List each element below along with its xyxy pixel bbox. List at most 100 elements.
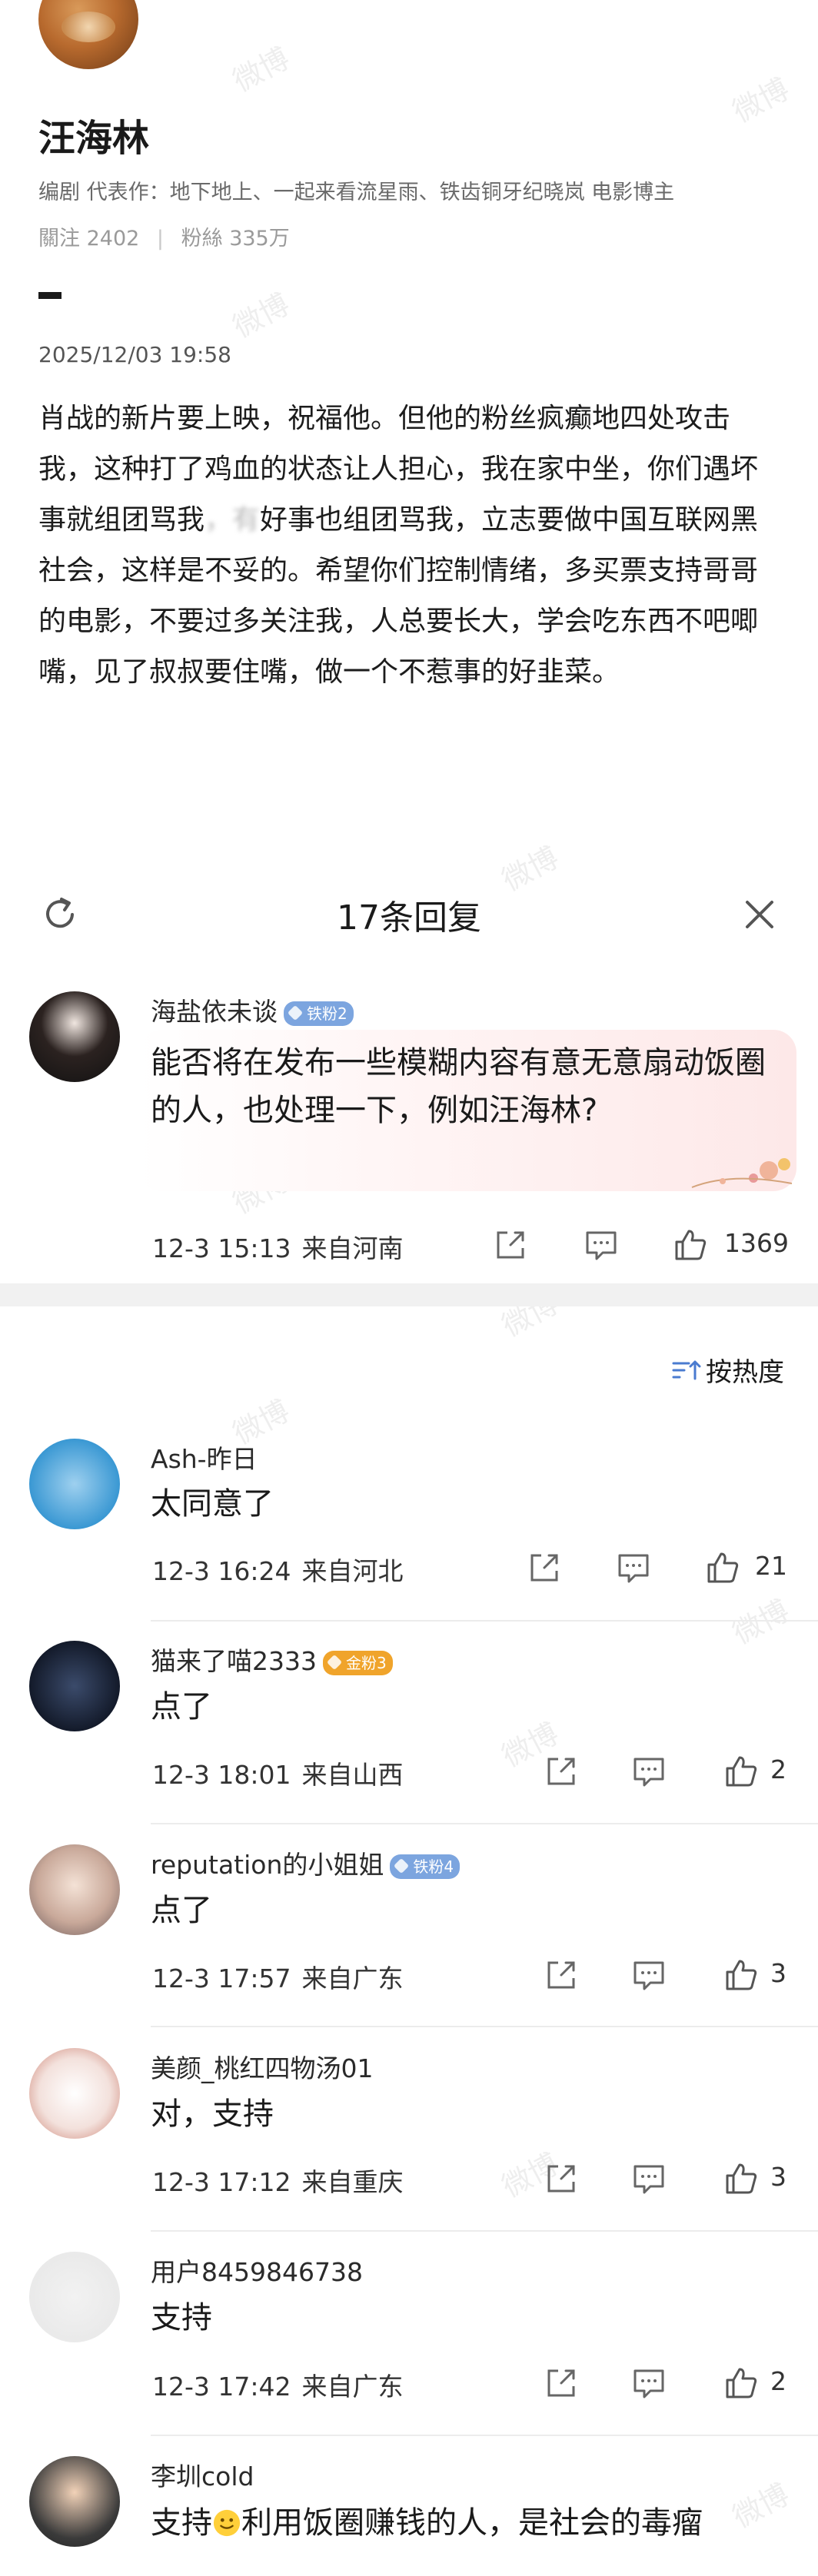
like-icon[interactable] [723, 1957, 760, 1993]
comment-icon[interactable] [583, 1227, 620, 1263]
comment-text: 点了 [151, 1887, 781, 1934]
watermark: 微博 [727, 71, 795, 129]
comment-text-content: 对，支持 [151, 2096, 274, 2132]
reply-count-title: 17条回复 [337, 898, 481, 938]
comment-author[interactable]: 李圳cold [151, 2456, 254, 2493]
like-icon[interactable] [723, 1753, 760, 1790]
avatar[interactable] [29, 1844, 120, 1935]
comment-author[interactable]: Ash-昨日 [151, 1439, 258, 1476]
section-separator [0, 1283, 818, 1306]
following-count[interactable]: 2402 [87, 227, 140, 251]
comment-author-name[interactable]: 用户8459846738 [151, 2257, 363, 2287]
comment-divider [151, 1823, 818, 1824]
share-icon[interactable] [543, 1957, 580, 1993]
comment-text-start: 支持 [151, 2505, 212, 2541]
comment-date: 12-3 17:42 [152, 2372, 291, 2402]
comment-author[interactable]: 美颜_桃红四物汤01 [151, 2048, 374, 2085]
comment-location: 来自重庆 [301, 2167, 404, 2197]
comment-location: 来自广东 [301, 2372, 404, 2402]
author-stats: 關注 2402 | 粉絲 335万 [38, 221, 290, 251]
avatar[interactable] [29, 991, 120, 1082]
comment-text-content: 支持 [151, 2300, 212, 2335]
comment-icon[interactable] [630, 1753, 667, 1790]
author-name[interactable]: 汪海林 [38, 108, 149, 161]
section-marker [38, 292, 62, 299]
stats-divider: | [156, 227, 165, 251]
like-count: 21 [755, 1551, 787, 1581]
comment-author[interactable]: 猫来了喵2333 金粉3 [151, 1641, 393, 1678]
avatar[interactable] [29, 2252, 120, 2342]
sort-icon [672, 1360, 701, 1379]
comment-meta: 12-3 17:42 来自广东 [152, 2366, 404, 2403]
comment-icon[interactable] [630, 2160, 667, 2197]
comment-text: 太同意了 [151, 1480, 781, 1528]
comment-text: 对，支持 [151, 2090, 781, 2138]
sort-by-hot-button[interactable]: 按热度 [670, 1351, 784, 1389]
comment-author-name[interactable]: 海盐依未谈 [151, 997, 278, 1027]
comment-author-name[interactable]: Ash-昨日 [151, 1444, 258, 1474]
like-count: 2 [770, 2366, 786, 2396]
flower-decoration-icon [691, 1158, 793, 1188]
post-timestamp: 2025/12/03 19:58 [38, 342, 231, 367]
like-icon[interactable] [704, 1549, 741, 1586]
post-text-blurred: ，有 [204, 504, 261, 536]
comment-text: 能否将在发布一些模糊内容有意无意扇动饭圈的人，也处理一下，例如汪海林? [151, 1039, 781, 1134]
comment-author-name[interactable]: reputation的小姐姐 [151, 1850, 384, 1880]
comment-text-content: 点了 [151, 1689, 212, 1725]
comment-icon[interactable] [630, 1957, 667, 1993]
comment-date: 12-3 15:13 [152, 1233, 291, 1263]
comment-text: 支持 利用饭圈赚钱的人，是社会的毒瘤 [151, 2499, 781, 2547]
avatar[interactable] [29, 2456, 120, 2547]
author-avatar[interactable] [38, 0, 138, 69]
comment-meta: 12-3 15:13 来自河南 [152, 1228, 404, 1265]
comment-author[interactable]: 海盐依未谈 铁粉2 [151, 991, 354, 1028]
comment-icon[interactable] [630, 2365, 667, 2402]
comment-author[interactable]: reputation的小姐姐 铁粉4 [151, 1844, 461, 1881]
comment-text: 支持 [151, 2294, 781, 2342]
share-icon[interactable] [543, 2365, 580, 2402]
author-bio: 编剧 代表作：地下地上、一起来看流星雨、铁齿铜牙纪晓岚 电影博主 [38, 181, 675, 204]
comment-divider [151, 2435, 818, 2436]
like-icon[interactable] [723, 2365, 760, 2402]
comment-location: 来自河北 [301, 1556, 404, 1586]
reply-sheet-header: 17条回复 [0, 868, 818, 961]
watermark: 微博 [227, 287, 295, 344]
comment-location: 来自广东 [301, 1964, 404, 1993]
avatar[interactable] [29, 1439, 120, 1529]
comment-text-end: 利用饭圈赚钱的人，是社会的毒瘤 [241, 2505, 703, 2541]
comment-text-content: 能否将在发布一些模糊内容有意无意扇动饭圈的人，也处理一下，例如汪海林? [151, 1045, 766, 1128]
comment-meta: 12-3 17:57 来自广东 [152, 1958, 404, 1995]
like-icon[interactable] [723, 2160, 760, 2197]
comment-divider [151, 2230, 818, 2232]
comment-icon[interactable] [615, 1549, 652, 1586]
comment-date: 12-3 17:12 [152, 2167, 291, 2197]
comment-author[interactable]: 用户8459846738 [151, 2252, 363, 2289]
comment-author-name[interactable]: 猫来了喵2333 [151, 1646, 317, 1676]
following-label: 關注 [38, 227, 80, 251]
watermark: 微博 [227, 41, 295, 98]
avatar[interactable] [29, 1641, 120, 1731]
like-icon[interactable] [672, 1227, 709, 1263]
share-icon[interactable] [492, 1227, 529, 1263]
share-icon[interactable] [543, 2160, 580, 2197]
post-body: 肖战的新片要上映，祝福他。但他的粉丝疯癫地四处攻击我，这种打了鸡血的状态让人担心… [38, 393, 776, 698]
avatar[interactable] [29, 2048, 120, 2139]
like-count: 3 [770, 1958, 786, 1988]
fan-badge[interactable]: 铁粉2 [284, 1001, 354, 1026]
fan-badge[interactable]: 铁粉4 [390, 1854, 461, 1879]
comment-meta: 12-3 18:01 来自山西 [152, 1754, 404, 1791]
comment-text: 点了 [151, 1683, 781, 1731]
followers-label: 粉絲 [181, 227, 223, 251]
followers-count[interactable]: 335万 [229, 227, 290, 251]
share-icon[interactable] [543, 1753, 580, 1790]
comment-author-name[interactable]: 李圳cold [151, 2461, 254, 2491]
share-icon[interactable] [526, 1549, 563, 1586]
sort-label: 按热度 [706, 1357, 784, 1388]
close-icon[interactable] [738, 893, 781, 936]
fan-badge[interactable]: 金粉3 [322, 1650, 393, 1675]
comment-location: 来自山西 [301, 1760, 404, 1790]
like-count: 2 [770, 1754, 786, 1784]
comment-divider [151, 1620, 818, 1622]
like-count: 3 [770, 2162, 786, 2192]
comment-author-name[interactable]: 美颜_桃红四物汤01 [151, 2053, 374, 2083]
